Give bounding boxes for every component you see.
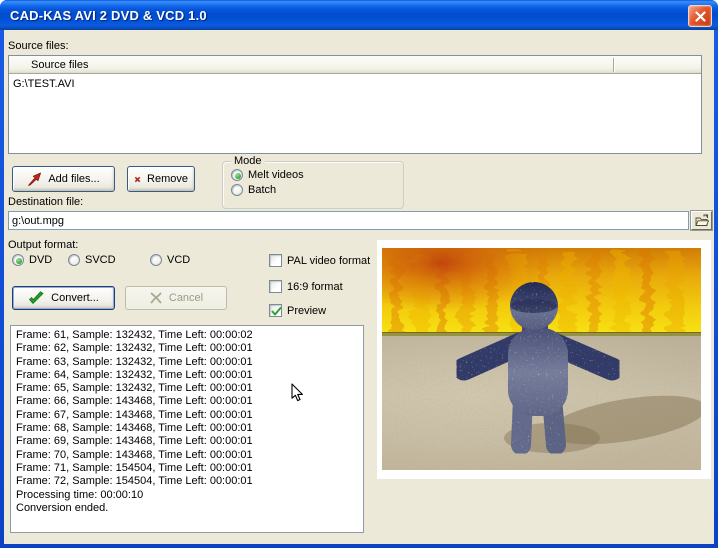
checkbox-169-label: 16:9 format	[287, 281, 343, 293]
log-line: Frame: 66, Sample: 143468, Time Left: 00…	[16, 395, 358, 408]
remove-button[interactable]: Remove	[127, 166, 195, 192]
window-title: CAD-KAS AVI 2 DVD & VCD 1.0	[0, 8, 207, 23]
add-files-button[interactable]: Add files...	[12, 166, 115, 192]
red-x-icon	[134, 173, 141, 186]
green-check-icon	[28, 291, 45, 306]
radio-batch-label: Batch	[248, 184, 276, 196]
log-line: Frame: 65, Sample: 132432, Time Left: 00…	[16, 382, 358, 395]
browse-button[interactable]	[691, 211, 712, 230]
checkbox-169-format[interactable]: 16:9 format	[269, 280, 343, 293]
log-line: Frame: 61, Sample: 132432, Time Left: 00…	[16, 329, 358, 342]
log-line: Frame: 67, Sample: 143468, Time Left: 00…	[16, 409, 358, 422]
destination-file-label: Destination file:	[8, 196, 83, 208]
log-line: Conversion ended.	[16, 502, 358, 515]
source-file-list[interactable]: Source files G:\TEST.AVI	[8, 55, 702, 154]
radio-svcd[interactable]: SVCD	[68, 254, 116, 266]
cancel-label: Cancel	[169, 292, 203, 304]
mode-groupbox: Mode Melt videos Batch	[222, 161, 404, 209]
radio-icon[interactable]	[68, 254, 80, 266]
checkbox-preview-label: Preview	[287, 305, 326, 317]
log-output[interactable]: Frame: 61, Sample: 132432, Time Left: 00…	[10, 325, 364, 533]
log-line: Frame: 71, Sample: 154504, Time Left: 00…	[16, 462, 358, 475]
checkbox-icon[interactable]	[269, 280, 282, 293]
log-line: Frame: 62, Sample: 132432, Time Left: 00…	[16, 342, 358, 355]
destination-input[interactable]	[8, 211, 689, 230]
checkbox-pal-label: PAL video format	[287, 255, 370, 267]
log-line: Frame: 64, Sample: 132432, Time Left: 00…	[16, 369, 358, 382]
convert-button[interactable]: Convert...	[12, 286, 115, 310]
radio-icon[interactable]	[150, 254, 162, 266]
column-divider[interactable]	[613, 58, 614, 72]
log-line: Frame: 63, Sample: 132432, Time Left: 00…	[16, 356, 358, 369]
radio-svcd-label: SVCD	[85, 254, 116, 266]
app-window: CAD-KAS AVI 2 DVD & VCD 1.0 Source files…	[0, 0, 718, 548]
log-line: Frame: 72, Sample: 154504, Time Left: 00…	[16, 475, 358, 488]
log-line: Frame: 68, Sample: 143468, Time Left: 00…	[16, 422, 358, 435]
source-file-list-header[interactable]: Source files	[9, 56, 701, 74]
checkbox-preview[interactable]: Preview	[269, 304, 326, 317]
radio-vcd[interactable]: VCD	[150, 254, 190, 266]
close-x-icon	[695, 11, 706, 22]
source-files-label: Source files:	[8, 40, 69, 52]
open-folder-icon	[695, 214, 709, 227]
log-line: Frame: 70, Sample: 143468, Time Left: 00…	[16, 449, 358, 462]
log-line: Processing time: 00:00:10	[16, 489, 358, 502]
radio-dvd-label: DVD	[29, 254, 52, 266]
checkbox-icon[interactable]	[269, 254, 282, 267]
preview-video	[382, 248, 701, 470]
mode-groupbox-label: Mode	[231, 155, 265, 167]
red-arrow-icon	[27, 172, 42, 187]
green-check-icon	[270, 305, 283, 318]
cancel-button[interactable]: Cancel	[125, 286, 227, 310]
remove-label: Remove	[147, 173, 188, 185]
checkbox-pal-video-format[interactable]: PAL video format	[269, 254, 370, 267]
source-files-column-header[interactable]: Source files	[9, 59, 88, 71]
source-file-item[interactable]: G:\TEST.AVI	[9, 77, 701, 91]
log-line: Frame: 69, Sample: 143468, Time Left: 00…	[16, 435, 358, 448]
radio-vcd-label: VCD	[167, 254, 190, 266]
radio-batch[interactable]: Batch	[231, 184, 304, 196]
radio-icon[interactable]	[231, 184, 243, 196]
output-format-label: Output format:	[8, 239, 78, 251]
radio-dvd[interactable]: DVD	[12, 254, 52, 266]
radio-melt-videos-label: Melt videos	[248, 169, 304, 181]
radio-icon[interactable]	[231, 169, 243, 181]
close-button[interactable]	[688, 5, 712, 27]
dialog-client-area: Source files: Source files G:\TEST.AVI A…	[4, 30, 714, 544]
source-file-list-body: G:\TEST.AVI	[9, 74, 701, 91]
preview-panel	[377, 240, 711, 479]
gray-x-icon	[149, 291, 163, 305]
add-files-label: Add files...	[48, 173, 99, 185]
checkbox-icon[interactable]	[269, 304, 282, 317]
radio-icon[interactable]	[12, 254, 24, 266]
radio-melt-videos[interactable]: Melt videos	[231, 169, 304, 181]
titlebar[interactable]: CAD-KAS AVI 2 DVD & VCD 1.0	[0, 0, 718, 30]
convert-label: Convert...	[51, 292, 99, 304]
